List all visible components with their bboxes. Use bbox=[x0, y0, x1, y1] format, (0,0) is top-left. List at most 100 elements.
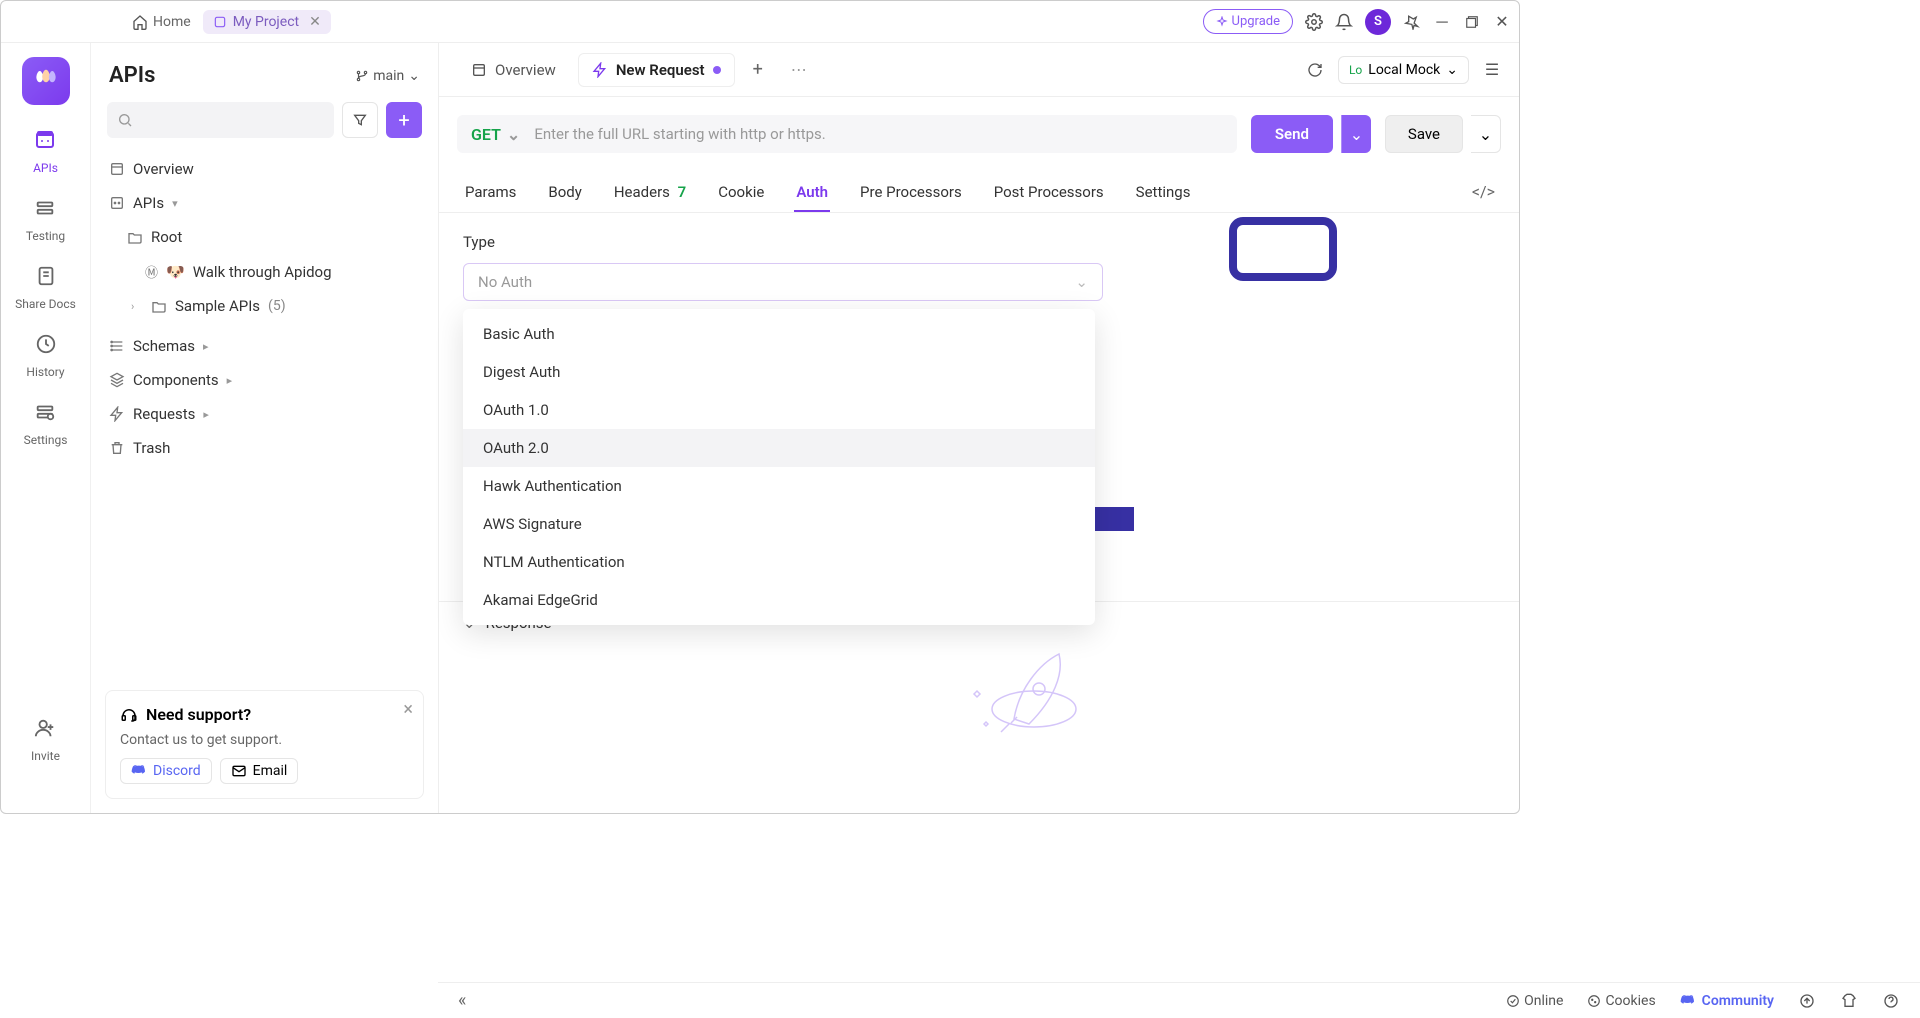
tab-new-request[interactable]: New Request bbox=[578, 53, 735, 87]
search-input[interactable] bbox=[107, 102, 334, 138]
send-button[interactable]: Send bbox=[1251, 115, 1333, 153]
history-icon bbox=[35, 333, 57, 361]
tshirt-icon[interactable] bbox=[1840, 992, 1858, 1010]
discord-icon bbox=[1680, 993, 1696, 1009]
rtab-auth[interactable]: Auth bbox=[794, 183, 830, 201]
project-tab-close[interactable]: ✕ bbox=[309, 14, 321, 30]
branch-icon bbox=[355, 69, 369, 83]
url-input[interactable]: Enter the full URL starting with http or… bbox=[534, 125, 825, 143]
help-icon[interactable] bbox=[1882, 992, 1900, 1010]
rtab-pre[interactable]: Pre Processors bbox=[858, 183, 964, 201]
auth-option-hawk-authentication[interactable]: Hawk Authentication bbox=[463, 467, 1095, 505]
footer-community[interactable]: Community bbox=[1680, 993, 1774, 1009]
search-icon bbox=[117, 112, 133, 128]
rail-invite[interactable]: Invite bbox=[31, 717, 60, 763]
upgrade-button[interactable]: Upgrade bbox=[1203, 9, 1293, 34]
home-button[interactable]: Home bbox=[123, 9, 199, 35]
rtab-cookie[interactable]: Cookie bbox=[716, 183, 766, 201]
sparkle-icon bbox=[1216, 16, 1228, 28]
settings-gear-icon[interactable] bbox=[1305, 13, 1323, 31]
rtab-post[interactable]: Post Processors bbox=[992, 183, 1106, 201]
rail-history[interactable]: History bbox=[26, 333, 64, 379]
support-card: × Need support? Contact us to get suppor… bbox=[105, 690, 424, 799]
project-icon bbox=[213, 15, 227, 29]
sharedocs-icon bbox=[35, 265, 57, 293]
add-tab-button[interactable]: + bbox=[743, 53, 773, 86]
rail-apis[interactable]: APIs bbox=[33, 127, 58, 175]
auth-option-ntlm-authentication[interactable]: NTLM Authentication bbox=[463, 543, 1095, 581]
tree-overview[interactable]: Overview bbox=[101, 152, 428, 186]
discord-label: Discord bbox=[153, 763, 201, 779]
folder-icon bbox=[151, 298, 167, 314]
url-input-group: GET ⌄ Enter the full URL starting with h… bbox=[457, 115, 1237, 153]
tree-walkthrough-label: Walk through Apidog bbox=[193, 263, 332, 281]
environment-selector[interactable]: Lo Local Mock ⌄ bbox=[1338, 56, 1469, 84]
menu-icon[interactable]: ☰ bbox=[1483, 61, 1501, 79]
minimize-icon[interactable]: ─ bbox=[1433, 13, 1451, 31]
rtab-body[interactable]: Body bbox=[546, 183, 583, 201]
auth-type-select[interactable]: No Auth ⌄ bbox=[463, 263, 1103, 301]
caret-icon: ▸ bbox=[227, 374, 239, 387]
tree-apis[interactable]: APIs ▾ bbox=[101, 186, 428, 220]
maximize-icon[interactable] bbox=[1463, 13, 1481, 31]
save-dropdown[interactable]: ⌄ bbox=[1471, 115, 1501, 153]
pin-icon[interactable] bbox=[1403, 13, 1421, 31]
upgrade-label: Upgrade bbox=[1232, 14, 1280, 29]
tab-overview[interactable]: Overview bbox=[457, 53, 570, 87]
save-button[interactable]: Save bbox=[1385, 115, 1463, 153]
tree-trash-label: Trash bbox=[133, 439, 170, 457]
chevron-down-icon: ⌄ bbox=[507, 125, 520, 144]
rail-history-label: History bbox=[26, 365, 64, 379]
env-label: Local Mock bbox=[1368, 62, 1440, 78]
rail-testing[interactable]: Testing bbox=[26, 197, 65, 243]
project-tab[interactable]: My Project ✕ bbox=[203, 10, 331, 34]
project-tab-label: My Project bbox=[233, 14, 299, 30]
auth-option-oauth-2-0[interactable]: OAuth 2.0 bbox=[463, 429, 1095, 467]
tree-root[interactable]: Root bbox=[101, 220, 428, 254]
avatar[interactable]: S bbox=[1365, 9, 1391, 35]
rtab-settings[interactable]: Settings bbox=[1134, 183, 1193, 201]
headset-icon bbox=[120, 706, 138, 724]
tree-sample-apis[interactable]: › Sample APIs (5) bbox=[101, 289, 428, 323]
upload-icon[interactable] bbox=[1798, 992, 1816, 1010]
refresh-icon[interactable] bbox=[1306, 61, 1324, 79]
rail-settings[interactable]: Settings bbox=[24, 401, 68, 447]
tab-overflow-button[interactable]: ⋯ bbox=[781, 54, 817, 85]
collapse-button[interactable]: « bbox=[458, 990, 466, 1011]
status-online[interactable]: Online bbox=[1506, 993, 1563, 1009]
tree-trash[interactable]: Trash bbox=[101, 431, 428, 465]
auth-option-digest-auth[interactable]: Digest Auth bbox=[463, 353, 1095, 391]
discord-icon bbox=[131, 763, 147, 779]
tree-walkthrough[interactable]: Ⓜ 🐶 Walk through Apidog bbox=[101, 254, 428, 289]
rail-sharedocs[interactable]: Share Docs bbox=[15, 265, 76, 311]
branch-selector[interactable]: main ⌄ bbox=[355, 68, 420, 84]
method-selector[interactable]: GET ⌄ bbox=[457, 125, 534, 144]
caret-icon: ▾ bbox=[172, 197, 184, 210]
close-icon[interactable]: ✕ bbox=[1493, 13, 1511, 31]
auth-option-akamai-edgegrid[interactable]: Akamai EdgeGrid bbox=[463, 581, 1095, 619]
send-dropdown[interactable]: ⌄ bbox=[1341, 115, 1371, 153]
folder-icon bbox=[127, 229, 143, 245]
auth-option-aws-signature[interactable]: AWS Signature bbox=[463, 505, 1095, 543]
tree-components[interactable]: Components ▸ bbox=[101, 363, 428, 397]
tree-schemas[interactable]: Schemas ▸ bbox=[101, 329, 428, 363]
code-icon[interactable]: </> bbox=[1472, 182, 1495, 201]
rtab-params[interactable]: Params bbox=[463, 183, 518, 201]
email-button[interactable]: Email bbox=[220, 758, 299, 784]
email-label: Email bbox=[253, 763, 288, 779]
auth-option-basic-auth[interactable]: Basic Auth bbox=[463, 315, 1095, 353]
rtab-headers[interactable]: Headers 7 bbox=[612, 183, 688, 201]
discord-button[interactable]: Discord bbox=[120, 758, 212, 784]
footer-cookies[interactable]: Cookies bbox=[1587, 993, 1655, 1009]
auth-type-dropdown: Basic AuthDigest AuthOAuth 1.0OAuth 2.0H… bbox=[463, 309, 1095, 625]
save-label: Save bbox=[1408, 125, 1440, 143]
filter-button[interactable] bbox=[342, 102, 378, 138]
tree-requests[interactable]: Requests ▸ bbox=[101, 397, 428, 431]
content: Overview New Request + ⋯ Lo Local Mock ⌄… bbox=[439, 43, 1519, 813]
settings-icon bbox=[34, 401, 56, 429]
app-logo bbox=[22, 57, 70, 105]
bell-icon[interactable] bbox=[1335, 13, 1353, 31]
add-button[interactable]: + bbox=[386, 102, 422, 138]
auth-option-oauth-1-0[interactable]: OAuth 1.0 bbox=[463, 391, 1095, 429]
support-close[interactable]: × bbox=[403, 699, 413, 720]
